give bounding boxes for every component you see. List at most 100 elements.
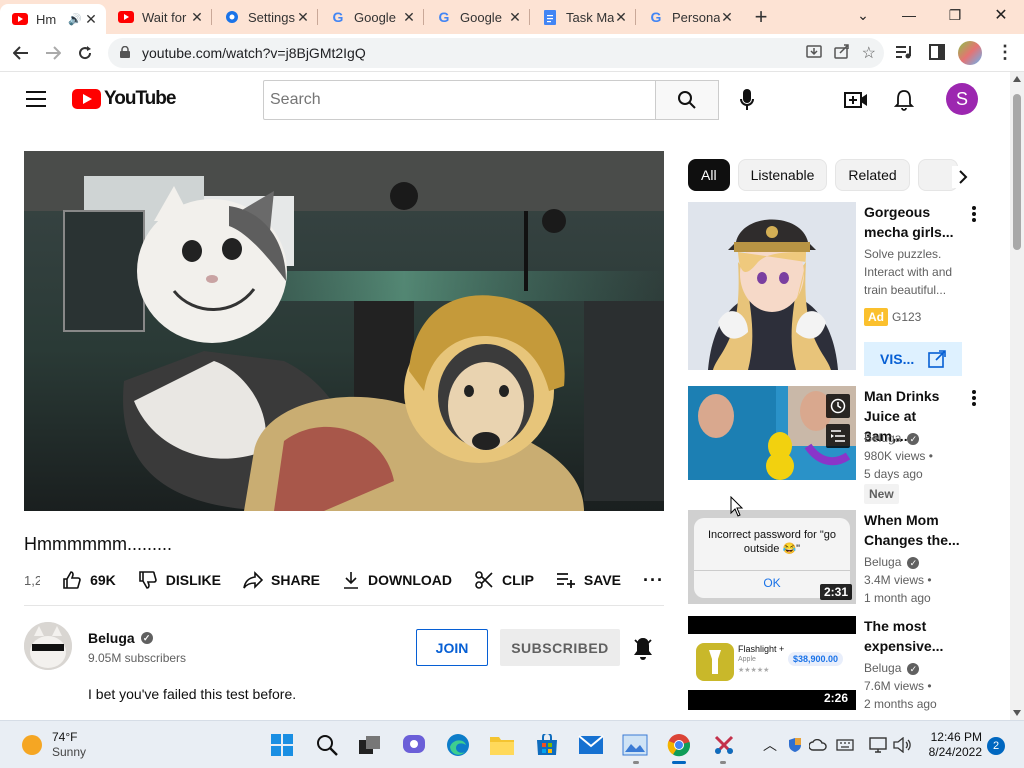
- address-bar[interactable]: youtube.com/watch?v=j8BjGMt2IgQ ☆: [108, 38, 884, 68]
- create-video-icon[interactable]: [843, 86, 869, 114]
- taskbar-search-icon[interactable]: [314, 732, 340, 758]
- volume-speaker-icon[interactable]: [892, 735, 912, 755]
- notification-bell-icon[interactable]: [632, 636, 654, 665]
- system-clock[interactable]: 12:46 PM 8/24/2022: [910, 730, 982, 760]
- chrome-icon[interactable]: [666, 732, 692, 758]
- photos-icon[interactable]: [622, 732, 648, 758]
- edge-browser-icon[interactable]: [445, 732, 471, 758]
- notification-count-badge[interactable]: 2: [987, 737, 1005, 755]
- clock-date: 8/24/2022: [928, 745, 982, 759]
- chat-icon[interactable]: [401, 732, 427, 758]
- share-button[interactable]: SHARE: [243, 571, 320, 589]
- recommendation-item[interactable]: Man Drinks Juice at 3am,... Beluga ✓ 980K…: [688, 386, 988, 504]
- ad-thumbnail[interactable]: [688, 202, 856, 370]
- onedrive-cloud-icon[interactable]: [808, 735, 828, 755]
- tab-google[interactable]: G Google ✕: [424, 0, 530, 34]
- back-arrow-icon[interactable]: [6, 38, 36, 68]
- chip-all[interactable]: All: [688, 159, 730, 191]
- tab-youtube-active[interactable]: Hm 🔊 ✕: [0, 4, 106, 34]
- network-monitor-icon[interactable]: [868, 735, 888, 755]
- tab-google[interactable]: G Persona ✕: [636, 0, 742, 34]
- add-to-queue-icon[interactable]: [826, 424, 850, 448]
- ad-advertiser-row: Ad G123: [864, 308, 974, 326]
- new-tab-button[interactable]: +: [746, 0, 776, 34]
- weather-widget[interactable]: 74°F Sunny: [22, 730, 86, 760]
- view-count: 1,25: [24, 572, 41, 588]
- tab-settings[interactable]: Settings ✕: [212, 0, 318, 34]
- scroll-down-icon[interactable]: [1013, 710, 1021, 716]
- search-button[interactable]: [655, 80, 719, 120]
- lock-icon[interactable]: [120, 45, 130, 61]
- start-windows-icon[interactable]: [269, 732, 295, 758]
- chevron-right-icon[interactable]: [952, 166, 974, 188]
- chip-related[interactable]: Related: [835, 159, 910, 191]
- profile-avatar[interactable]: [958, 41, 982, 65]
- tab-close-icon[interactable]: ✕: [614, 9, 628, 26]
- minimize-icon[interactable]: —: [886, 0, 932, 30]
- microphone-icon[interactable]: [734, 86, 760, 114]
- scroll-thumb[interactable]: [1013, 94, 1021, 250]
- recommendation-item[interactable]: Incorrect password for "go outside 😂" OK…: [688, 510, 988, 610]
- rec-more-icon[interactable]: [972, 206, 980, 224]
- bookmark-star-icon[interactable]: ☆: [862, 43, 876, 63]
- youtube-logo[interactable]: YouTube: [72, 88, 176, 110]
- keyboard-icon[interactable]: [835, 735, 855, 755]
- tab-close-icon[interactable]: ✕: [402, 9, 416, 26]
- hamburger-menu-icon[interactable]: [26, 91, 46, 107]
- share-icon[interactable]: [833, 43, 850, 63]
- tab-close-icon[interactable]: ✕: [84, 11, 98, 28]
- video-player[interactable]: [24, 151, 664, 511]
- user-avatar[interactable]: S: [946, 83, 978, 115]
- channel-name[interactable]: Beluga ✓: [88, 630, 153, 646]
- channel-avatar[interactable]: [24, 622, 72, 670]
- visit-site-button[interactable]: VIS...: [864, 342, 962, 376]
- mail-icon[interactable]: [578, 732, 604, 758]
- media-control-icon[interactable]: [896, 44, 914, 65]
- tab-close-icon[interactable]: ✕: [508, 9, 522, 26]
- close-window-icon[interactable]: ✕: [978, 0, 1024, 30]
- forward-arrow-icon[interactable]: [38, 38, 68, 68]
- snipping-tool-icon[interactable]: [711, 732, 737, 758]
- scroll-up-icon[interactable]: [1013, 76, 1021, 82]
- rec-thumbnail[interactable]: [688, 386, 856, 480]
- rec-title[interactable]: Gorgeous mecha girls...: [864, 202, 960, 242]
- rec-title[interactable]: When Mom Changes the...: [864, 510, 960, 550]
- install-app-icon[interactable]: [805, 43, 822, 63]
- reload-icon[interactable]: [70, 38, 100, 68]
- security-shield-icon[interactable]: [785, 735, 805, 755]
- rec-title[interactable]: The most expensive...: [864, 616, 960, 656]
- file-explorer-icon[interactable]: [489, 732, 515, 758]
- tab-youtube[interactable]: Wait for ✕: [106, 0, 212, 34]
- rec-more-icon[interactable]: [972, 390, 980, 408]
- side-panel-icon[interactable]: [929, 44, 945, 65]
- tab-search-chevron-icon[interactable]: ⌄: [840, 0, 886, 30]
- tab-google[interactable]: G Google ✕: [318, 0, 424, 34]
- tab-close-icon[interactable]: ✕: [296, 9, 310, 26]
- restore-icon[interactable]: ❐: [932, 0, 978, 30]
- audio-playing-icon[interactable]: 🔊: [68, 13, 84, 26]
- notifications-bell-icon[interactable]: [891, 86, 917, 114]
- like-button[interactable]: 69K: [62, 570, 116, 590]
- rec-thumbnail[interactable]: Flashlight + Apple ★★★★★ $38,900.00 2:26: [688, 616, 856, 710]
- browser-menu-icon[interactable]: ⋮: [996, 42, 1014, 63]
- microsoft-store-icon[interactable]: [534, 732, 560, 758]
- clip-button[interactable]: CLIP: [474, 570, 534, 590]
- tab-docs[interactable]: Task Ma ✕: [530, 0, 636, 34]
- recommendation-ad[interactable]: Gorgeous mecha girls... Solve puzzles. I…: [688, 202, 988, 378]
- chip-listenable[interactable]: Listenable: [737, 159, 828, 191]
- task-view-icon[interactable]: [357, 732, 383, 758]
- rec-thumbnail[interactable]: Incorrect password for "go outside 😂" OK…: [688, 510, 856, 604]
- save-button[interactable]: SAVE: [556, 572, 621, 588]
- tab-close-icon[interactable]: ✕: [190, 9, 204, 26]
- subscribed-button[interactable]: SUBSCRIBED: [500, 629, 620, 666]
- join-button[interactable]: JOIN: [416, 629, 488, 666]
- recommendation-item[interactable]: Flashlight + Apple ★★★★★ $38,900.00 2:26…: [688, 616, 988, 716]
- show-hidden-icons-chevron-icon[interactable]: ︿: [760, 735, 780, 755]
- download-button[interactable]: DOWNLOAD: [342, 571, 452, 589]
- more-actions-icon[interactable]: ···: [643, 570, 664, 591]
- dislike-button[interactable]: DISLIKE: [138, 570, 221, 590]
- tab-close-icon[interactable]: ✕: [720, 9, 734, 26]
- search-input[interactable]: [263, 80, 656, 120]
- page-scrollbar[interactable]: [1010, 72, 1024, 720]
- watch-later-icon[interactable]: [826, 394, 850, 418]
